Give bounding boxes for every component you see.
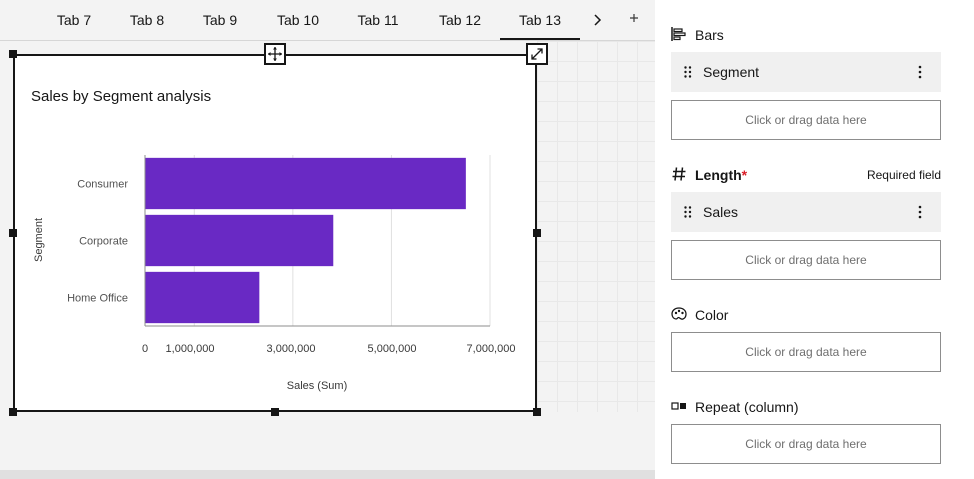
field-mapping-panel: Bars Segment Click or drag data here Len… (655, 0, 974, 479)
overflow-menu-icon[interactable] (917, 204, 923, 220)
repeat-column-dropzone[interactable]: Click or drag data here (671, 424, 941, 464)
tab-11[interactable]: Tab 11 (343, 0, 413, 40)
palette-icon (671, 306, 687, 322)
bars-field-pill[interactable]: Segment (671, 52, 941, 92)
bars-dropzone[interactable]: Click or drag data here (671, 100, 941, 140)
resize-handle-top-left[interactable] (9, 50, 17, 58)
resize-handle-bottom-left[interactable] (9, 408, 17, 416)
chart-title: Sales by Segment analysis (31, 88, 211, 105)
chart-widget[interactable]: Sales by Segment analysis 0 1,000,000 3,00… (13, 54, 537, 412)
x-tick-label: 3,000,000 (267, 343, 316, 355)
overflow-menu-icon[interactable] (917, 64, 923, 80)
color-label: Color (695, 307, 729, 323)
resize-handle-right[interactable] (533, 229, 541, 237)
tab-8[interactable]: Tab 8 (116, 0, 178, 40)
bar-chart: Sales by Segment analysis 0 1,000,000 3,00… (31, 88, 516, 392)
maximize-icon[interactable] (526, 43, 548, 65)
horizontal-scrollbar[interactable] (0, 470, 655, 479)
bar-home-office[interactable] (145, 271, 260, 324)
required-field-note: Required field (866, 168, 941, 182)
length-dropzone[interactable]: Click or drag data here (671, 240, 941, 280)
resize-handle-left[interactable] (9, 229, 17, 237)
y-category-label: Consumer (77, 179, 128, 191)
tab-12[interactable]: Tab 12 (424, 0, 496, 40)
drag-handle-icon[interactable] (683, 205, 693, 219)
repeat-column-icon (671, 398, 687, 414)
resize-handle-bottom[interactable] (271, 408, 279, 416)
bars-icon (671, 26, 687, 42)
required-asterisk: * (741, 167, 748, 183)
y-category-label: Home Office (67, 293, 128, 305)
x-tick-label: 0 (142, 343, 148, 355)
drag-handle-icon[interactable] (683, 65, 693, 79)
x-tick-label: 5,000,000 (368, 343, 417, 355)
x-tick-label: 1,000,000 (166, 343, 215, 355)
tab-7[interactable]: Tab 7 (42, 0, 106, 40)
move-icon[interactable] (264, 43, 286, 65)
length-label: Length* (695, 167, 747, 183)
bars-label: Bars (695, 27, 724, 43)
y-axis-title: Segment (33, 218, 45, 262)
canvas-grid (537, 41, 655, 412)
length-field-name: Sales (703, 204, 739, 220)
tab-13[interactable]: Tab 13 (500, 0, 580, 40)
x-tick-label: 7,000,000 (467, 343, 516, 355)
canvas-area: Tab 7 Tab 8 Tab 9 Tab 10 Tab 11 Tab 12 T… (0, 0, 655, 479)
color-dropzone[interactable]: Click or drag data here (671, 332, 941, 372)
chevron-right-icon[interactable] (589, 10, 607, 30)
tab-9[interactable]: Tab 9 (189, 0, 251, 40)
length-field-pill[interactable]: Sales (671, 192, 941, 232)
add-tab-icon[interactable] (625, 8, 643, 28)
number-hash-icon (671, 166, 687, 182)
x-axis-title: Sales (Sum) (287, 380, 348, 392)
resize-handle-bottom-right[interactable] (533, 408, 541, 416)
length-label-text: Length (695, 167, 742, 183)
bar-consumer[interactable] (145, 157, 466, 210)
bar-corporate[interactable] (145, 214, 334, 267)
tab-10[interactable]: Tab 10 (262, 0, 334, 40)
y-category-label: Corporate (79, 236, 128, 248)
bars-field-name: Segment (703, 64, 760, 80)
repeat-column-label: Repeat (column) (695, 399, 799, 415)
tab-bar: Tab 7 Tab 8 Tab 9 Tab 10 Tab 11 Tab 12 T… (0, 0, 655, 41)
